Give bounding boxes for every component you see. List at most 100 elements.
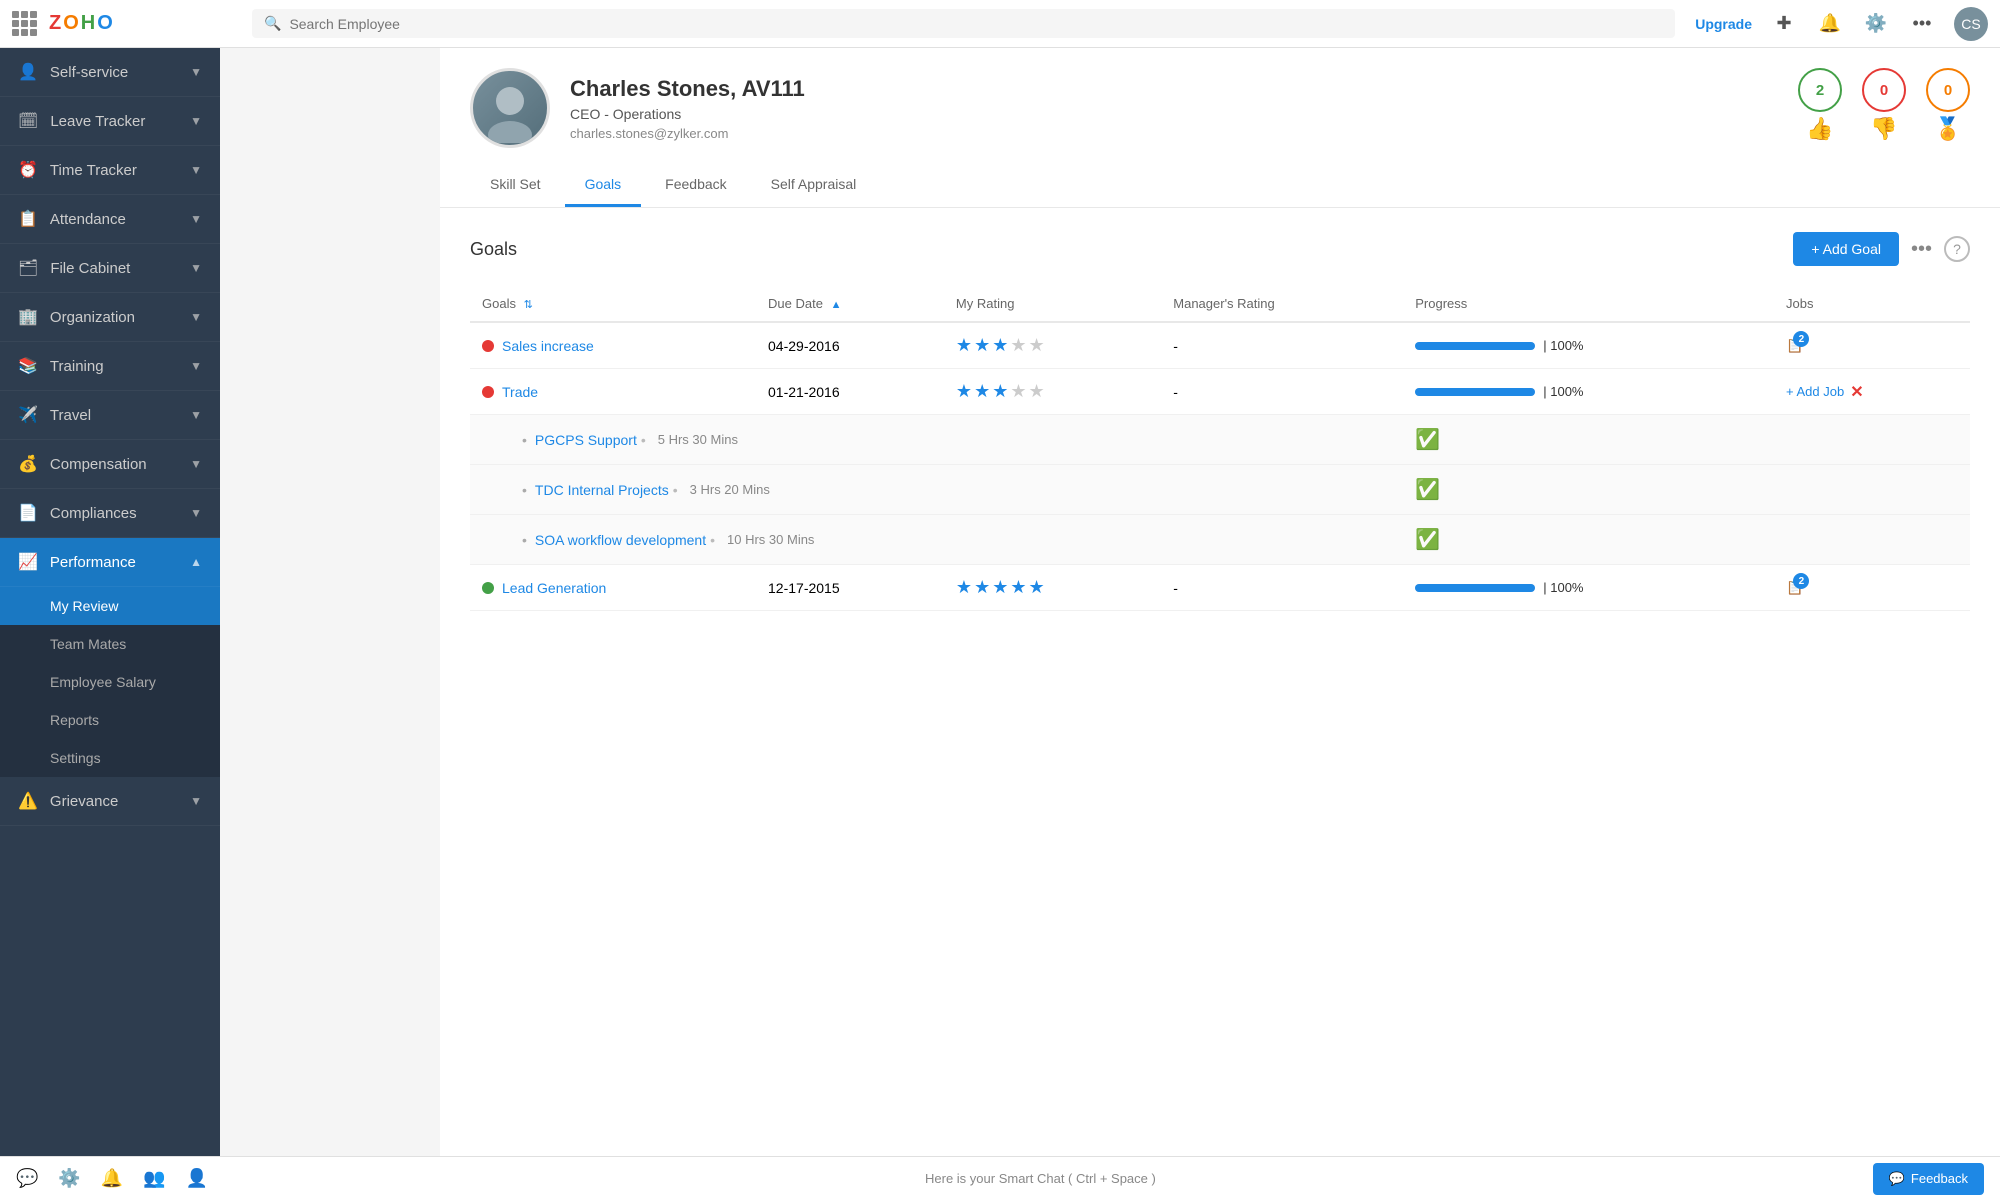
jobs-cell: 📋2: [1786, 579, 1958, 596]
sidebar-item-file-cabinet[interactable]: 🗂File Cabinet ▼: [0, 244, 220, 293]
job-icon[interactable]: 📋2: [1786, 579, 1803, 596]
help-icon[interactable]: ?: [1944, 236, 1970, 262]
goals-more-button[interactable]: •••: [1911, 238, 1932, 261]
sub-completed-cell: ✅: [1403, 515, 1774, 565]
feedback-button[interactable]: 💬 Feedback: [1873, 1163, 1984, 1195]
sidebar-item-compliances[interactable]: 📄Compliances ▼: [0, 489, 220, 538]
sidebar-sub-item-my-review[interactable]: My Review: [0, 587, 220, 625]
my-rating-stars: ★ ★ ★ ★ ★: [956, 381, 1149, 402]
col-progress: Progress: [1403, 286, 1774, 322]
chevron-icon: ▼: [190, 457, 202, 471]
feedback-icon: 💬: [1889, 1171, 1905, 1187]
table-row: Lead Generation 12-17-2015 ★ ★ ★ ★ ★ -: [470, 565, 1970, 611]
remove-job-button[interactable]: ✕: [1850, 382, 1863, 402]
sidebar-sub-item-team-mates[interactable]: Team Mates: [0, 625, 220, 663]
goal-name-cell: Trade: [482, 384, 744, 400]
upgrade-button[interactable]: Upgrade: [1695, 16, 1752, 32]
my-rating-stars: ★ ★ ★ ★ ★: [956, 335, 1149, 356]
settings-bottom-icon[interactable]: ⚙️: [58, 1168, 80, 1189]
bottom-icons: 💬 ⚙️ 🔔 👥 👤: [16, 1168, 208, 1189]
leave-tracker-icon: 🗓: [18, 111, 38, 131]
notification-bottom-icon[interactable]: 🔔: [101, 1168, 123, 1189]
sidebar-item-organization[interactable]: 🏢Organization ▼: [0, 293, 220, 342]
progress-cell: | 100%: [1415, 384, 1762, 399]
sidebar-item-self-service[interactable]: 👤Self-service ▼: [0, 48, 220, 97]
col-due-date[interactable]: Due Date ▲: [756, 286, 944, 322]
sidebar-item-performance[interactable]: 📈Performance ▲: [0, 538, 220, 587]
sidebar-sub-item-employee-salary[interactable]: Employee Salary: [0, 663, 220, 701]
chevron-icon: ▼: [190, 310, 202, 324]
compliances-icon: 📄: [18, 503, 38, 523]
sub-goal-link-soa[interactable]: SOA workflow development: [535, 532, 706, 548]
goals-section-title: Goals: [470, 239, 517, 260]
add-job-link[interactable]: + Add Job: [1786, 384, 1844, 399]
jobs-cell: + Add Job ✕: [1786, 382, 1958, 402]
more-options-icon[interactable]: •••: [1908, 10, 1936, 38]
performance-submenu: My Review Team Mates Employee Salary Rep…: [0, 587, 220, 777]
sidebar-item-attendance[interactable]: 📋Attendance ▼: [0, 195, 220, 244]
sub-completed-cell: ✅: [1403, 415, 1774, 465]
chevron-icon: ▼: [190, 261, 202, 275]
chevron-icon: ▼: [190, 212, 202, 226]
attendance-icon: 📋: [18, 209, 38, 229]
goal-link-lead-generation[interactable]: Lead Generation: [502, 580, 606, 596]
positive-badge: 2 👍: [1798, 68, 1842, 142]
sidebar-item-grievance[interactable]: ⚠️Grievance ▼: [0, 777, 220, 826]
content-area: Goals + Add Goal ••• ? Goals ⇅ Due Date …: [440, 208, 2000, 1156]
profile-icon[interactable]: 👤: [186, 1168, 208, 1189]
sidebar-item-time-tracker[interactable]: ⏰Time Tracker ▼: [0, 146, 220, 195]
search-input[interactable]: [289, 16, 1663, 32]
tab-self-appraisal[interactable]: Self Appraisal: [751, 164, 877, 207]
sidebar-sub-item-reports[interactable]: Reports: [0, 701, 220, 739]
sub-goal-cell: • TDC Internal Projects • 3 Hrs 20 Mins: [482, 482, 1391, 498]
employee-tabs: Skill Set Goals Feedback Self Appraisal: [470, 164, 1970, 207]
add-icon[interactable]: ✚: [1770, 10, 1798, 38]
top-bar-right: Upgrade ✚ 🔔 ⚙️ ••• CS: [1695, 7, 1988, 41]
employee-name: Charles Stones, AV111: [570, 76, 805, 102]
sub-bullet-icon: •: [522, 532, 527, 548]
user-avatar[interactable]: CS: [1954, 7, 1988, 41]
employee-details: Charles Stones, AV111 CEO - Operations c…: [570, 76, 805, 141]
tab-skill-set[interactable]: Skill Set: [470, 164, 561, 207]
sidebar-item-travel[interactable]: ✈️Travel ▼: [0, 391, 220, 440]
col-goals[interactable]: Goals ⇅: [470, 286, 756, 322]
employee-info: Charles Stones, AV111 CEO - Operations c…: [470, 68, 805, 148]
top-bar-left: ZOHO: [12, 11, 232, 36]
employee-header: Charles Stones, AV111 CEO - Operations c…: [440, 48, 2000, 208]
due-date-cell: 01-21-2016: [756, 369, 944, 415]
grid-menu-icon[interactable]: [12, 11, 37, 36]
users-icon[interactable]: 👥: [143, 1168, 165, 1189]
goal-name-cell: Lead Generation: [482, 580, 744, 596]
search-bar[interactable]: 🔍: [252, 9, 1675, 38]
table-row: Sales increase 04-29-2016 ★ ★ ★ ★ ★ -: [470, 322, 1970, 369]
notifications-icon[interactable]: 🔔: [1816, 10, 1844, 38]
training-icon: 📚: [18, 356, 38, 376]
goal-link-trade[interactable]: Trade: [502, 384, 538, 400]
check-icon: ✅: [1415, 529, 1440, 551]
col-my-rating: My Rating: [944, 286, 1161, 322]
sidebar-sub-item-settings[interactable]: Settings: [0, 739, 220, 777]
zoho-logo: ZOHO: [49, 12, 113, 35]
positive-badge-circle: 2: [1798, 68, 1842, 112]
sidebar-item-leave-tracker[interactable]: 🗓Leave Tracker ▼: [0, 97, 220, 146]
add-goal-button[interactable]: + Add Goal: [1793, 232, 1899, 266]
settings-icon[interactable]: ⚙️: [1862, 10, 1890, 38]
status-dot-green: [482, 582, 494, 594]
search-icon: 🔍: [264, 15, 281, 32]
managers-rating-cell: -: [1161, 322, 1403, 369]
sidebar-item-training[interactable]: 📚Training ▼: [0, 342, 220, 391]
job-icon[interactable]: 📋2: [1786, 337, 1803, 354]
chevron-icon: ▼: [190, 794, 202, 808]
tab-goals[interactable]: Goals: [565, 164, 642, 207]
performance-icon: 📈: [18, 552, 38, 572]
chat-icon[interactable]: 💬: [16, 1168, 38, 1189]
sub-goal-cell: • PGCPS Support • 5 Hrs 30 Mins: [482, 432, 1391, 448]
goal-link-sales-increase[interactable]: Sales increase: [502, 338, 594, 354]
sub-goal-link-tdc[interactable]: TDC Internal Projects: [535, 482, 669, 498]
sub-goal-link-pgcps[interactable]: PGCPS Support: [535, 432, 637, 448]
tab-feedback[interactable]: Feedback: [645, 164, 746, 207]
table-row: • PGCPS Support • 5 Hrs 30 Mins ✅: [470, 415, 1970, 465]
sidebar-item-compensation[interactable]: 💰Compensation ▼: [0, 440, 220, 489]
goals-actions: + Add Goal ••• ?: [1793, 232, 1970, 266]
feedback-label: Feedback: [1911, 1171, 1968, 1186]
